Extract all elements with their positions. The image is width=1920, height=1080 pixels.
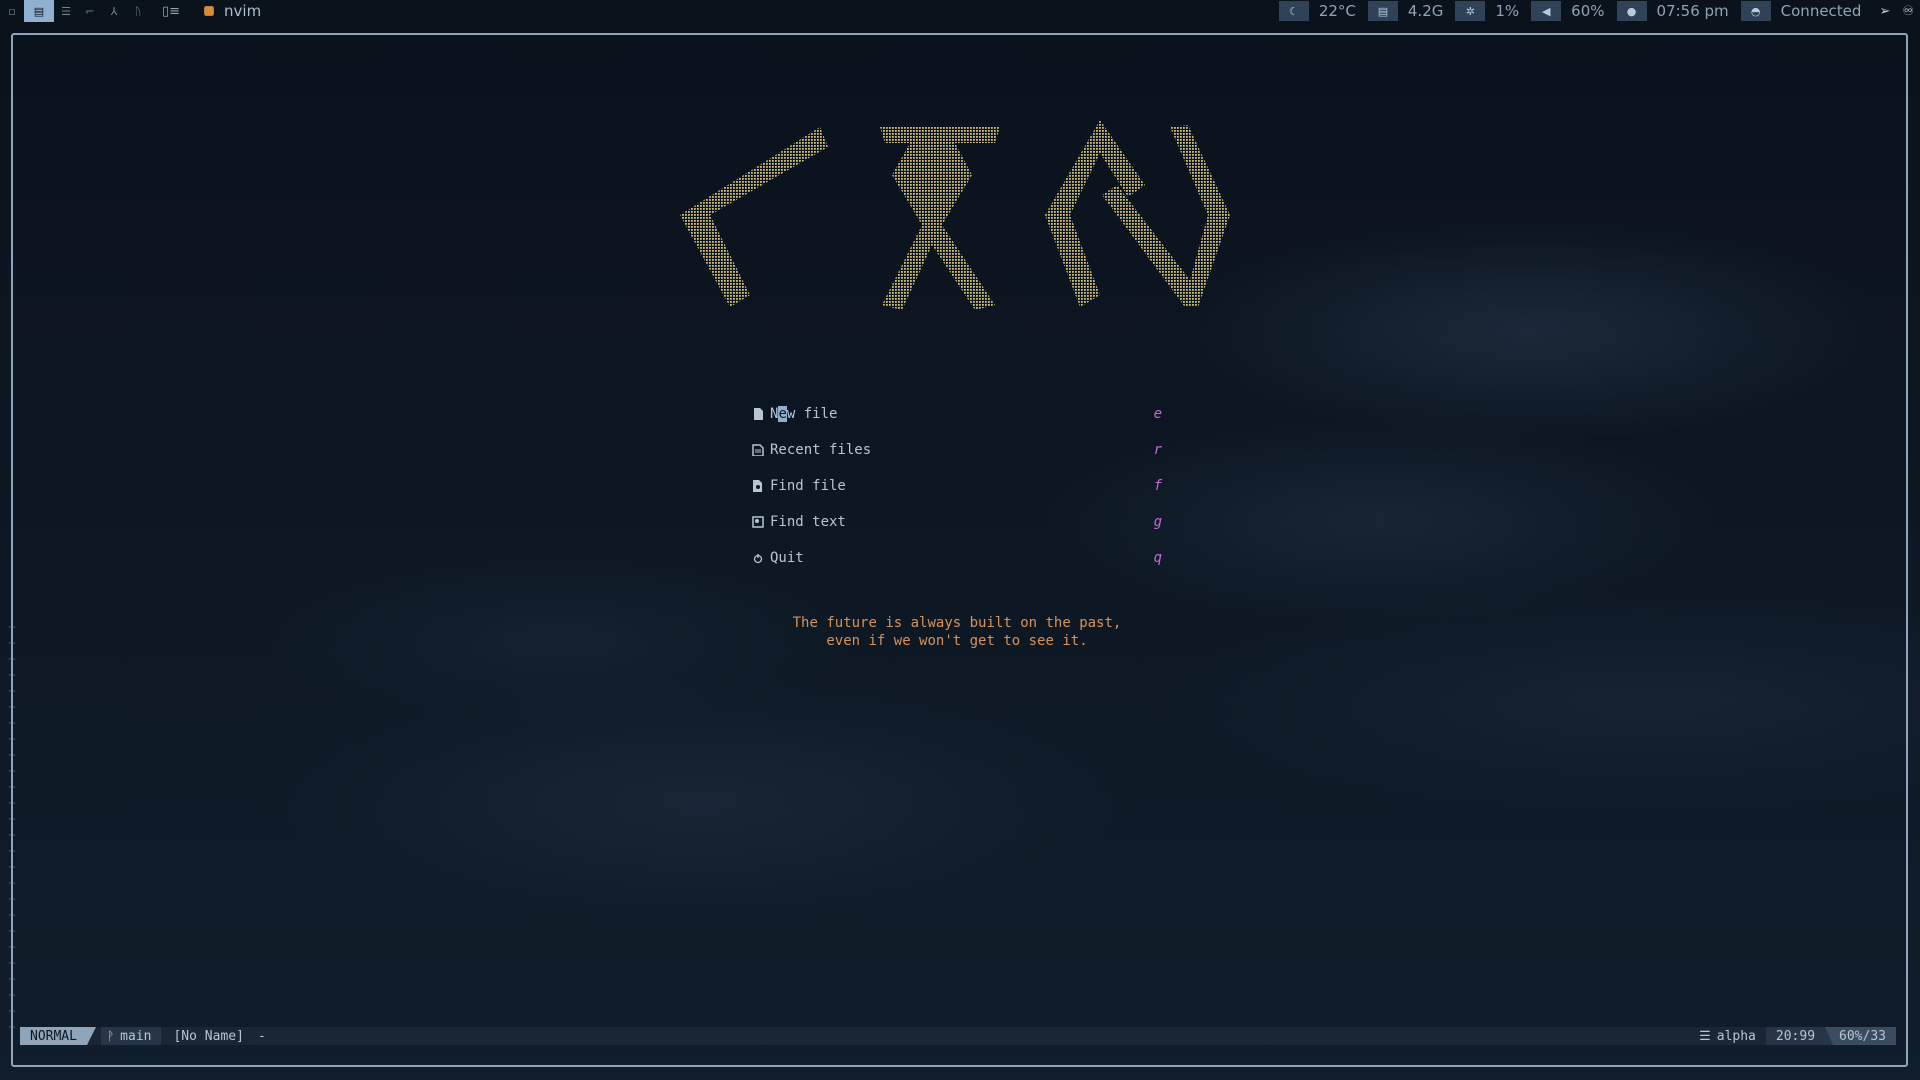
- volume-module[interactable]: ◀ 60%: [1531, 0, 1616, 22]
- network-module[interactable]: ◓ Connected: [1740, 0, 1874, 22]
- temperature-value: 22°C: [1318, 2, 1356, 20]
- memory-icon: ▤: [1367, 1, 1398, 21]
- clock-module: ● 07:56 pm: [1616, 0, 1741, 22]
- workspace-3[interactable]: ☰: [54, 0, 78, 22]
- top-bar: ▫ ▤ ☰ ⌐ ⅄ ᚢ ▯≡ nvim ☾ 22°C ▤ 4.2G ✲ 1% ◀…: [0, 0, 1920, 22]
- cpu-module: ✲ 1%: [1455, 0, 1531, 22]
- moon-icon: ☾: [1278, 1, 1309, 21]
- workspace-6[interactable]: ᚢ: [126, 0, 150, 22]
- workspace-4[interactable]: ⌐: [78, 0, 102, 22]
- discord-tray-icon[interactable]: ♾: [1896, 4, 1920, 19]
- telegram-tray-icon[interactable]: ➢: [1873, 4, 1896, 19]
- clock-icon: ●: [1616, 1, 1647, 21]
- memory-module: ▤ 4.2G: [1367, 0, 1455, 22]
- network-icon: ◓: [1740, 1, 1771, 21]
- memory-value: 4.2G: [1407, 2, 1444, 20]
- cpu-icon: ✲: [1455, 1, 1486, 21]
- layout-icon[interactable]: ▯≡: [162, 4, 180, 19]
- terminal-window: [11, 33, 1908, 1067]
- network-status: Connected: [1780, 2, 1862, 20]
- workspace-2[interactable]: ▤: [24, 0, 54, 22]
- system-modules: ☾ 22°C ▤ 4.2G ✲ 1% ◀ 60% ● 07:56 pm ◓ Co…: [1278, 0, 1920, 22]
- temperature-module: ☾ 22°C: [1278, 0, 1368, 22]
- workspace-list: ▫ ▤ ☰ ⌐ ⅄ ᚢ ▯≡ nvim: [0, 0, 261, 22]
- app-icon: [204, 6, 214, 16]
- volume-icon: ◀: [1531, 1, 1562, 21]
- workspace-1[interactable]: ▫: [0, 0, 24, 22]
- cpu-value: 1%: [1495, 2, 1520, 20]
- volume-value: 60%: [1571, 2, 1605, 20]
- clock-value: 07:56 pm: [1656, 2, 1729, 20]
- workspace-5[interactable]: ⅄: [102, 0, 126, 22]
- active-app-name: nvim: [224, 2, 262, 20]
